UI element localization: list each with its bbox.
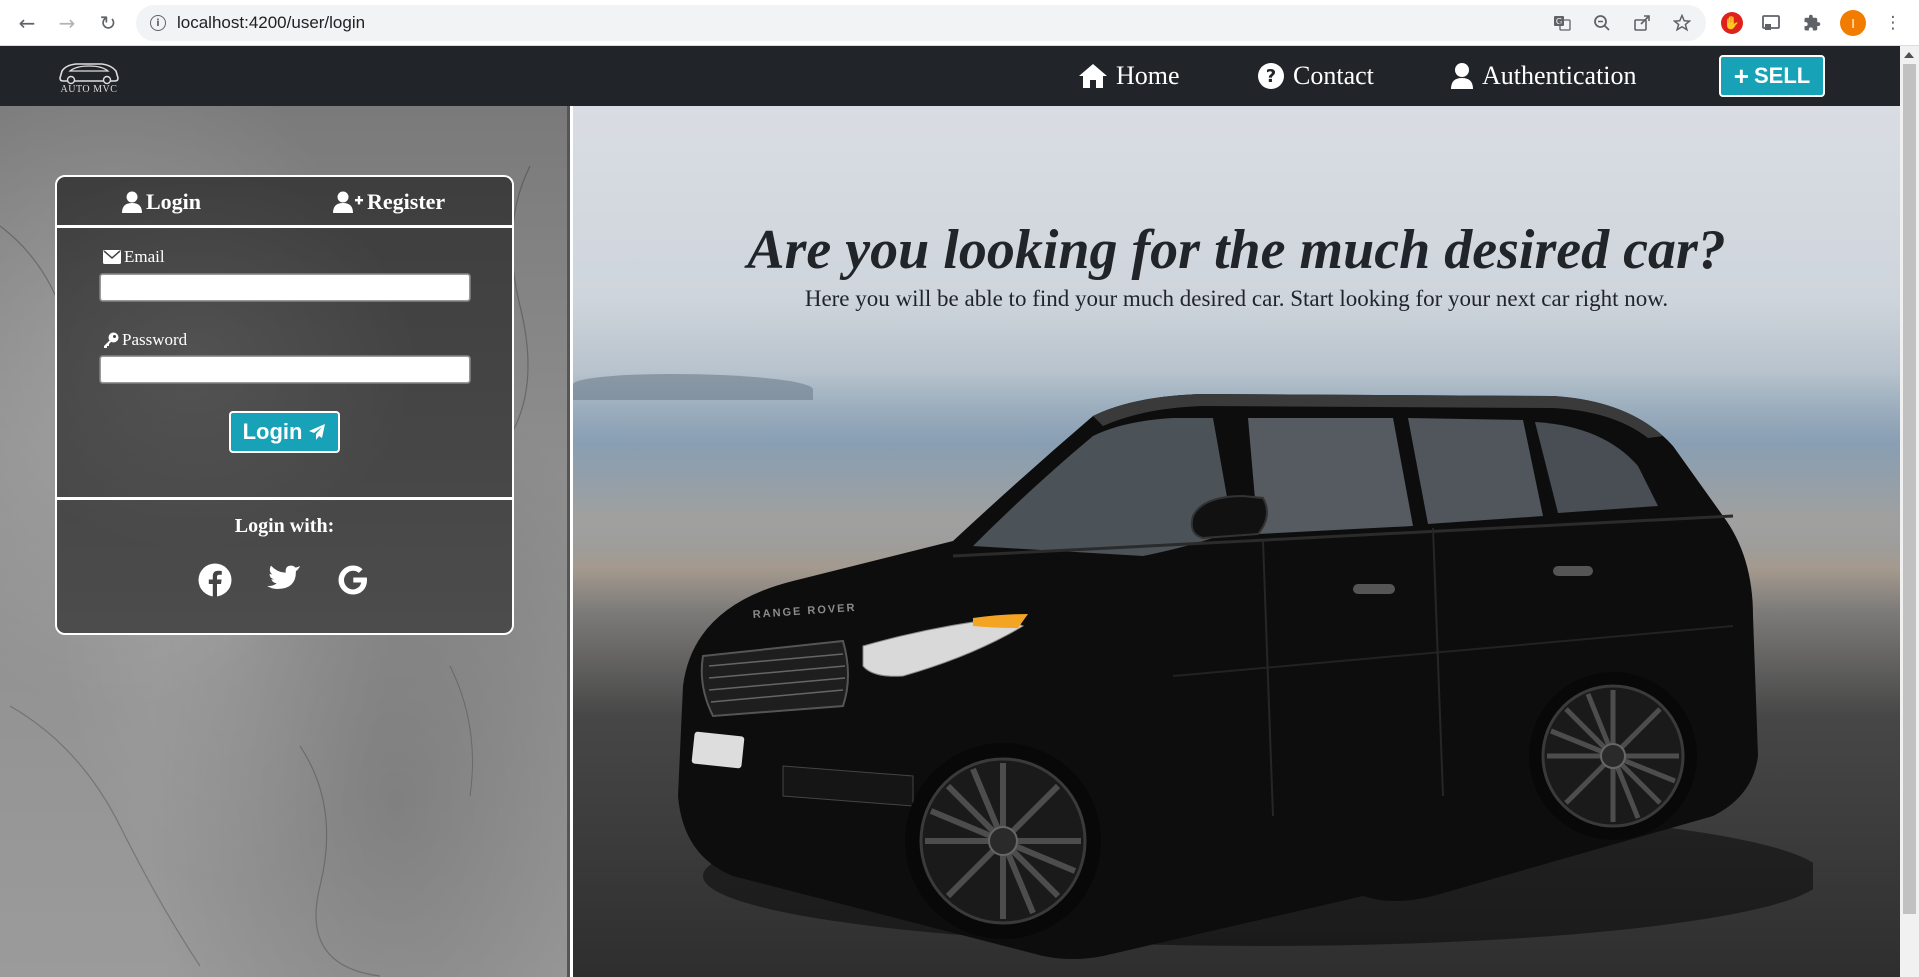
login-card: Login Register Email Password Login Logi… (55, 175, 514, 635)
forward-icon[interactable]: → (52, 8, 82, 38)
paper-plane-icon (309, 424, 326, 440)
cast-icon[interactable] (1758, 10, 1784, 36)
tabs-divider (57, 225, 512, 228)
card-divider (57, 497, 512, 500)
tab-register-label: Register (367, 189, 446, 214)
auto-mvc-logo[interactable]: AUTO MVC (54, 56, 124, 98)
envelope-icon (103, 250, 121, 264)
tab-register[interactable]: Register (333, 187, 445, 217)
password-label: Password (103, 330, 187, 350)
email-label-text: Email (124, 247, 165, 266)
svg-text:?: ? (1266, 66, 1276, 87)
email-field[interactable] (99, 273, 471, 302)
address-bar[interactable]: i localhost:4200/user/login G (136, 5, 1706, 41)
nav-contact-label: Contact (1293, 61, 1374, 90)
url-text[interactable]: localhost:4200/user/login (177, 13, 365, 33)
login-submit-button[interactable]: Login (229, 411, 340, 453)
adblock-extension-icon[interactable]: ✋ (1721, 12, 1743, 34)
sell-button[interactable]: + SELL (1719, 55, 1825, 97)
facebook-icon (198, 563, 232, 597)
reload-icon[interactable]: ↻ (93, 8, 123, 38)
auth-tabs: Login Register (57, 177, 512, 227)
logo-text: AUTO MVC (60, 84, 118, 95)
sell-button-label: SELL (1753, 63, 1811, 88)
plus-icon: + (1733, 60, 1749, 91)
back-icon[interactable]: ← (12, 8, 42, 38)
user-icon (122, 191, 142, 213)
car-image: RANGE ROVER (678, 394, 1813, 959)
browser-menu-icon[interactable]: ⋮ (1880, 10, 1906, 36)
tab-login-label: Login (146, 189, 202, 214)
browser-toolbar: ← → ↻ i localhost:4200/user/login G ✋ I … (0, 0, 1919, 46)
scrollbar-thumb[interactable] (1903, 64, 1916, 914)
nav-home-label: Home (1116, 61, 1180, 90)
translate-icon[interactable]: G (1550, 11, 1574, 35)
nav-contact-link[interactable]: ? Contact (1257, 58, 1374, 94)
scroll-up-icon[interactable] (1904, 52, 1914, 58)
hero-subtitle: Here you will be able to find your much … (804, 286, 1669, 311)
extensions-puzzle-icon[interactable] (1799, 10, 1825, 36)
profile-avatar[interactable]: I (1840, 10, 1866, 36)
facebook-login-button[interactable] (197, 562, 233, 598)
login-submit-label: Login (242, 419, 303, 444)
twitter-icon (267, 565, 301, 589)
key-icon (104, 332, 119, 348)
svg-text:G: G (1556, 17, 1562, 26)
car-logo-icon (59, 63, 119, 85)
user-plus-icon (333, 191, 363, 213)
google-login-button[interactable] (335, 562, 371, 598)
nav-home-link[interactable]: Home (1078, 58, 1180, 94)
login-with-label: Login with: (234, 515, 335, 537)
site-navbar: AUTO MVC Home ? Contact Authentication +… (0, 46, 1900, 106)
password-label-text: Password (122, 330, 188, 349)
email-label: Email (103, 247, 165, 267)
tab-login[interactable]: Login (122, 187, 201, 217)
nav-authentication-link[interactable]: Authentication (1450, 58, 1637, 94)
site-info-icon[interactable]: i (150, 15, 166, 31)
user-icon (1451, 63, 1473, 89)
hero-title: Are you looking for the much desired car… (747, 219, 1726, 281)
google-icon (338, 565, 367, 595)
hero-banner: Are you looking for the much desired car… (573, 106, 1900, 977)
bookmark-star-icon[interactable] (1670, 11, 1694, 35)
nav-authentication-label: Authentication (1482, 61, 1637, 90)
home-icon (1079, 64, 1107, 88)
page-scrollbar[interactable] (1900, 46, 1919, 977)
password-field[interactable] (99, 355, 471, 384)
share-icon[interactable] (1630, 11, 1654, 35)
zoom-icon[interactable] (1590, 11, 1614, 35)
left-panel: Login Register Email Password Login Logi… (0, 106, 570, 977)
question-circle-icon: ? (1258, 63, 1284, 89)
twitter-login-button[interactable] (266, 562, 302, 598)
